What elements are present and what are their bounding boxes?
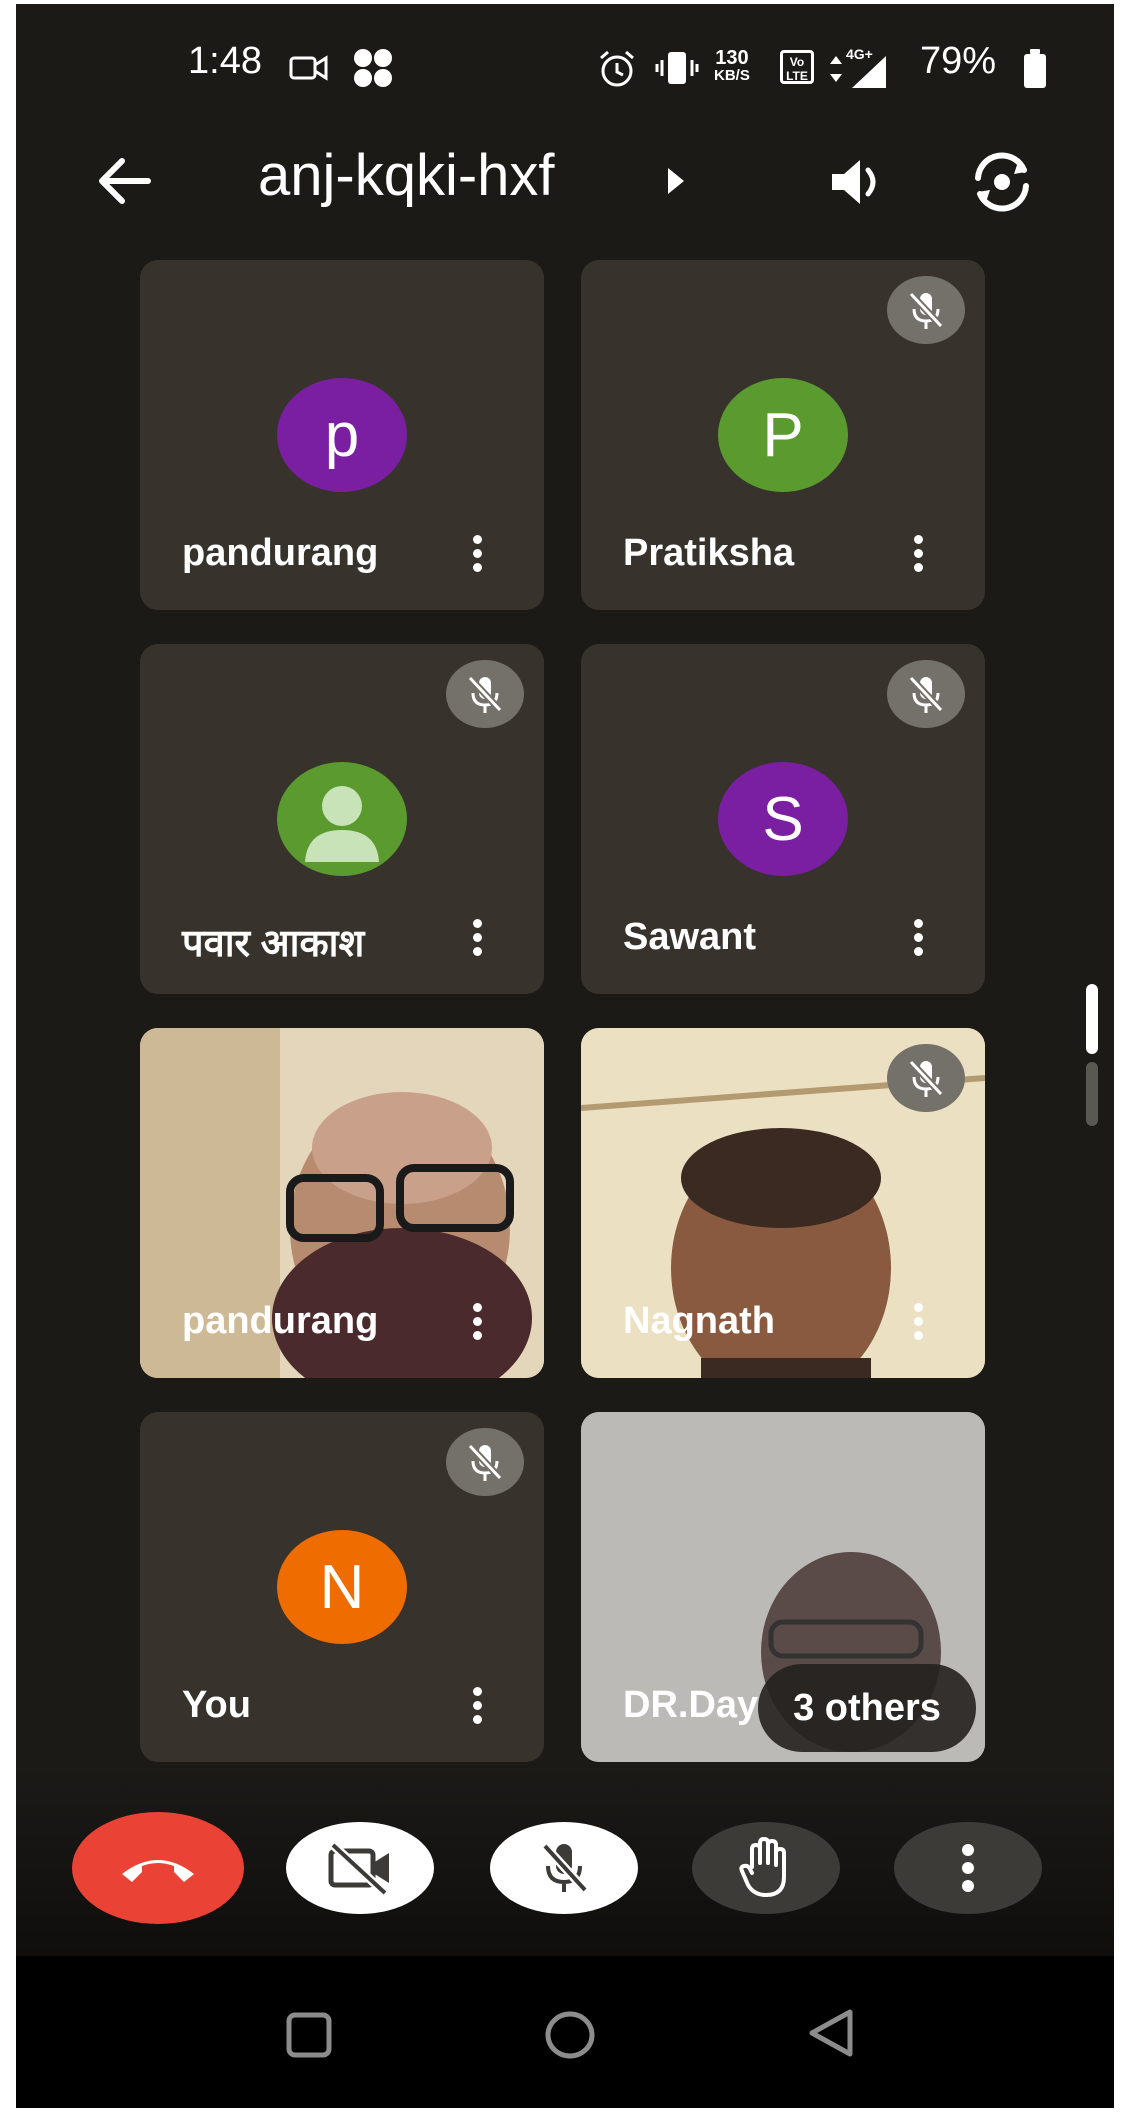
- more-options-icon[interactable]: [462, 1684, 492, 1734]
- network-speed: 130 KB/S: [714, 48, 750, 84]
- avatar: P: [718, 378, 848, 492]
- signal-icon: [852, 56, 886, 88]
- default-avatar-icon: [277, 762, 407, 876]
- mic-off-icon: [446, 660, 524, 728]
- back-arrow-icon[interactable]: [96, 156, 152, 206]
- mic-off-icon: [887, 276, 965, 344]
- vibrate-icon: [655, 52, 699, 84]
- alarm-icon: [600, 50, 634, 87]
- participant-name: Sawant: [623, 916, 757, 958]
- back-triangle-icon[interactable]: [806, 2008, 856, 2058]
- system-nav-bar: [16, 1956, 1114, 2108]
- speaker-icon[interactable]: [828, 154, 890, 210]
- camera-toggle-button[interactable]: [286, 1822, 434, 1914]
- scrollbar-track[interactable]: [1086, 1062, 1098, 1126]
- home-circle-icon[interactable]: [544, 2010, 596, 2060]
- video-call-status-icon: [289, 55, 328, 81]
- participant-video-tile[interactable]: Nagnath: [581, 1028, 985, 1378]
- more-options-icon[interactable]: [462, 916, 492, 966]
- more-options-icon[interactable]: [903, 916, 933, 966]
- others-pill[interactable]: 3 others: [758, 1664, 976, 1752]
- meeting-code[interactable]: anj-kqki-hxf: [258, 142, 555, 209]
- mic-off-icon: [446, 1428, 524, 1496]
- participant-name: You: [182, 1684, 251, 1726]
- network-speed-unit: KB/S: [714, 67, 750, 84]
- meeting-info-caret-icon[interactable]: [666, 166, 686, 196]
- more-options-button[interactable]: [894, 1822, 1042, 1914]
- mic-off-icon: [541, 1842, 589, 1894]
- more-options-icon[interactable]: [462, 1300, 492, 1350]
- participant-tile[interactable]: P Pratiksha: [581, 260, 985, 610]
- avatar: S: [718, 762, 848, 876]
- participant-name: Nagnath: [623, 1300, 775, 1342]
- raise-hand-button[interactable]: [692, 1822, 840, 1914]
- participant-name: पवार आकाश: [182, 923, 365, 965]
- phone-hangup-icon: [122, 1860, 194, 1882]
- participant-tile[interactable]: पवार आकाश: [140, 644, 544, 994]
- more-vert-icon: [962, 1844, 974, 1892]
- volte-icon: Vo LTE: [780, 50, 814, 84]
- mic-off-icon: [887, 1044, 965, 1112]
- more-options-icon[interactable]: [903, 1300, 933, 1350]
- meet-screen: 1:48 130 KB/S Vo LTE 4G+ 79% anj-kqki-hx…: [16, 4, 1114, 2108]
- avatar: p: [277, 378, 407, 492]
- network-speed-value: 130: [715, 47, 749, 69]
- participant-name: Pratiksha: [623, 532, 795, 574]
- avatar: N: [277, 1530, 407, 1644]
- data-arrows-icon: [830, 56, 842, 82]
- status-time: 1:48: [188, 40, 262, 82]
- battery-percent: 79%: [920, 40, 997, 82]
- more-options-icon[interactable]: [903, 532, 933, 582]
- hand-icon: [739, 1837, 786, 1897]
- switch-camera-icon[interactable]: [968, 150, 1036, 214]
- recents-square-icon[interactable]: [286, 2012, 332, 2058]
- self-tile[interactable]: N You: [140, 1412, 544, 1762]
- participant-tile[interactable]: S Sawant: [581, 644, 985, 994]
- participant-name: pandurang: [182, 532, 379, 574]
- end-call-button[interactable]: [72, 1812, 244, 1924]
- mic-off-icon: [887, 660, 965, 728]
- participant-tile[interactable]: p pandurang: [140, 260, 544, 610]
- video-off-icon: [328, 1841, 389, 1895]
- participant-video-tile[interactable]: pandurang: [140, 1028, 544, 1378]
- scrollbar-thumb[interactable]: [1086, 984, 1098, 1054]
- microphone-toggle-button[interactable]: [490, 1822, 638, 1914]
- more-options-icon[interactable]: [462, 532, 492, 582]
- fan-icon: [354, 49, 392, 87]
- battery-icon: [1024, 49, 1046, 88]
- participant-name: DR.Day: [623, 1684, 759, 1726]
- participant-name: pandurang: [182, 1300, 379, 1342]
